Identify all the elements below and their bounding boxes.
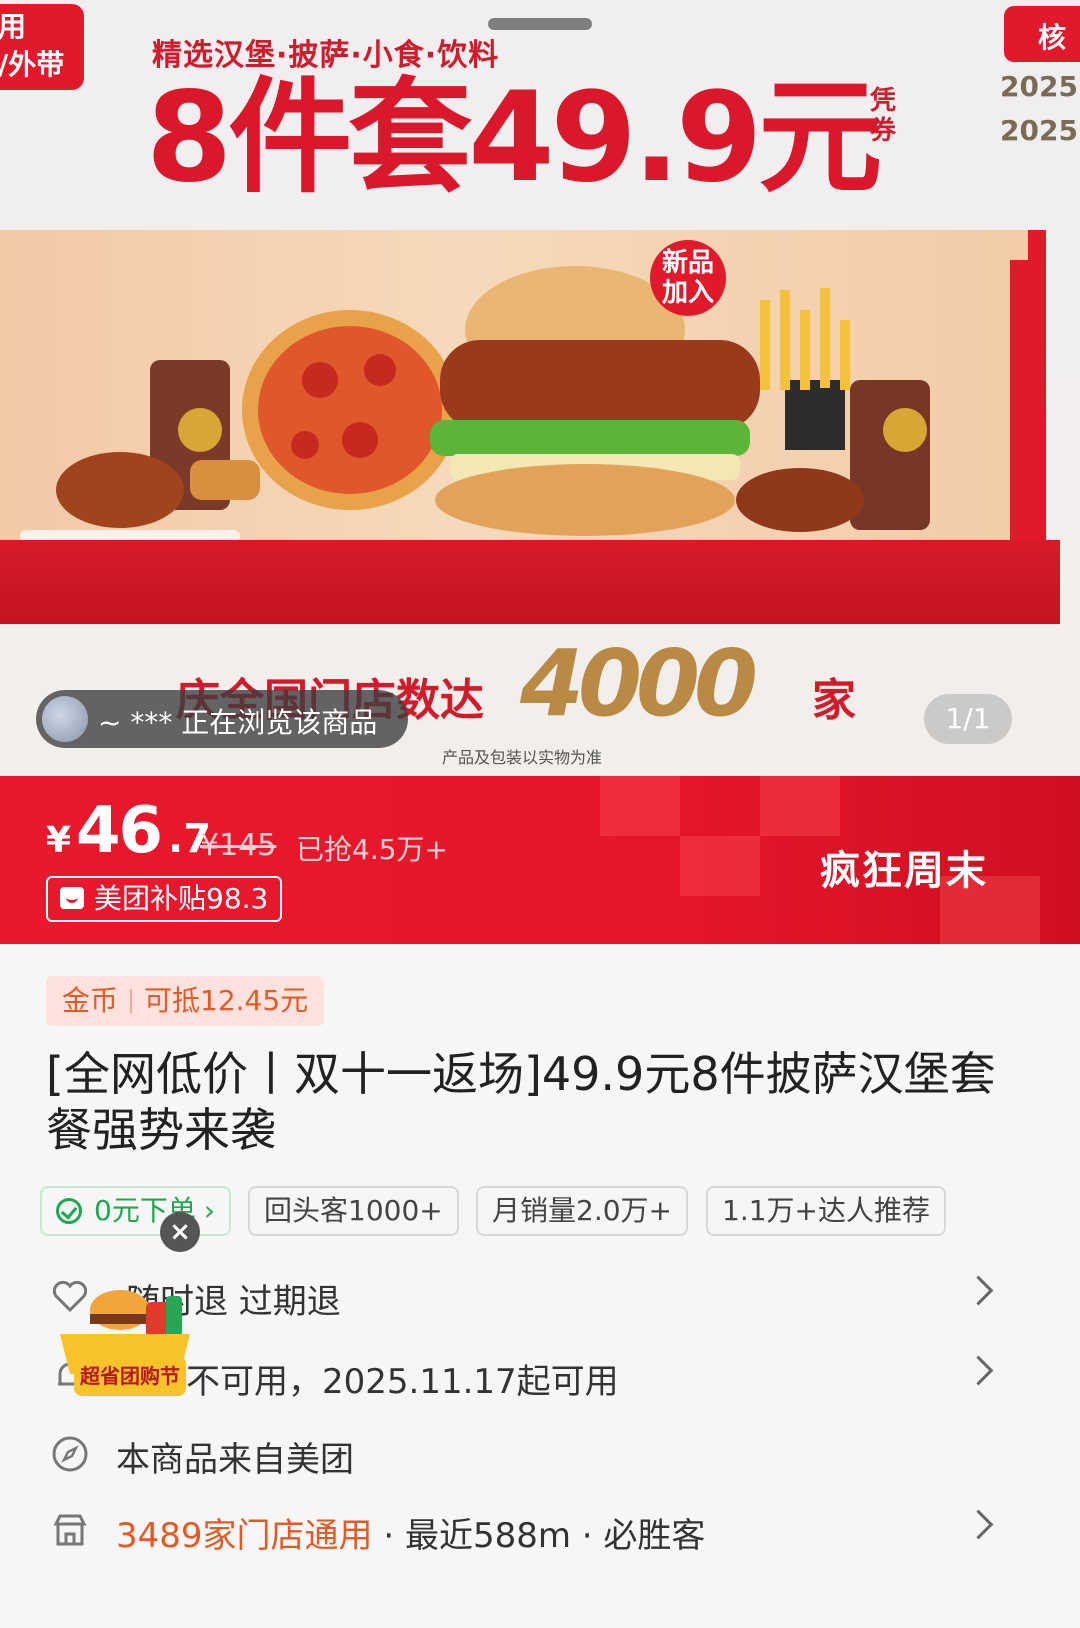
corner-left-line1: 用 <box>0 10 27 43</box>
close-icon[interactable]: × <box>160 1212 200 1252</box>
package-note: 产品及包装以实物为准 <box>442 748 603 767</box>
source-row: 本商品来自美团 <box>0 1420 1080 1490</box>
decor-block <box>680 836 760 896</box>
image-counter: 1/1 <box>924 694 1012 744</box>
chevron-right-icon: › <box>203 1194 216 1227</box>
stores-text: 3489家门店通用 · 最近588m · 必胜客 <box>116 1508 705 1557</box>
store-count: 4000 <box>520 630 758 737</box>
viewer-notice: ~ *** 正在浏览该商品 <box>36 690 408 748</box>
festival-label[interactable]: 超省团购节 <box>74 1356 186 1396</box>
tag-zero-order[interactable]: 0元下单 › <box>40 1186 232 1236</box>
store-icon <box>53 1514 87 1546</box>
availability-text: 不可用，2025.11.17起可用 <box>186 1362 619 1402</box>
banner-title-tag: 凭券 <box>870 86 897 146</box>
avatar <box>42 696 88 742</box>
viewer-notice-text: ~ *** 正在浏览该商品 <box>98 706 378 739</box>
new-item-badge: 新品加入 <box>650 240 726 316</box>
banner-date-2: 2025 <box>1000 114 1078 147</box>
banner-date-1: 2025 <box>1000 70 1078 103</box>
stores-count[interactable]: 3489家门店通用 <box>116 1516 373 1556</box>
compass-icon <box>52 1436 88 1472</box>
tag-monthly-sales: 月销量2.0万+ <box>476 1186 688 1236</box>
tag-returning-customers: 回头客1000+ <box>248 1186 459 1236</box>
stores-row[interactable]: 3489家门店通用 · 最近588m · 必胜客 <box>0 1496 1080 1566</box>
subsidy-badge: 美团补贴98.3 <box>46 876 283 922</box>
decor-block <box>600 776 680 836</box>
bag-icon <box>60 887 84 909</box>
price-currency: ¥ <box>46 820 72 861</box>
red-stage <box>0 540 1060 624</box>
sheet-grab-handle[interactable] <box>488 18 592 30</box>
coin-discount-chip[interactable]: 金币 可抵12.45元 <box>46 976 325 1026</box>
coin-value: 可抵12.45元 <box>144 984 309 1017</box>
divider <box>130 989 133 1013</box>
stores-detail: · 最近588m · 必胜客 <box>372 1516 706 1556</box>
chevron-right-icon <box>963 1509 994 1540</box>
banner-corner-right: 核 <box>1004 6 1080 62</box>
food-illustration <box>20 266 930 542</box>
decor-block <box>760 776 840 836</box>
chevron-right-icon <box>963 1355 994 1386</box>
subsidy-text: 美团补贴98.3 <box>94 882 269 915</box>
source-text: 本商品来自美团 <box>116 1440 354 1480</box>
store-count-unit: 家 <box>812 675 856 726</box>
deal-title: [全网低价丨双十一返场]49.9元8件披萨汉堡套餐强势来袭 <box>46 1047 996 1157</box>
sold-count: 已抢4.5万+ <box>296 833 448 866</box>
original-price: ¥145 <box>200 828 277 863</box>
promo-label: 疯狂周末 <box>820 848 988 894</box>
banner-title: 8件套49.9元 <box>146 66 882 210</box>
corner-left-line2: /外带 <box>0 48 65 81</box>
tag-influencer-recommend: 1.1万+达人推荐 <box>706 1186 946 1236</box>
chevron-right-icon <box>963 1275 994 1306</box>
product-image-banner[interactable]: 用 /外带 核 2025 2025 精选汉堡·披萨·小食·饮料 8件套49.9元… <box>0 0 1080 800</box>
price-strip: ¥ 46 .7 ¥145 已抢4.5万+ 美团补贴98.3 疯狂周末 <box>0 776 1080 944</box>
price-integer: 46 <box>76 794 163 868</box>
check-shield-icon <box>56 1198 82 1224</box>
banner-corner-label: 用 /外带 <box>0 4 84 90</box>
coin-label: 金币 <box>62 984 119 1017</box>
